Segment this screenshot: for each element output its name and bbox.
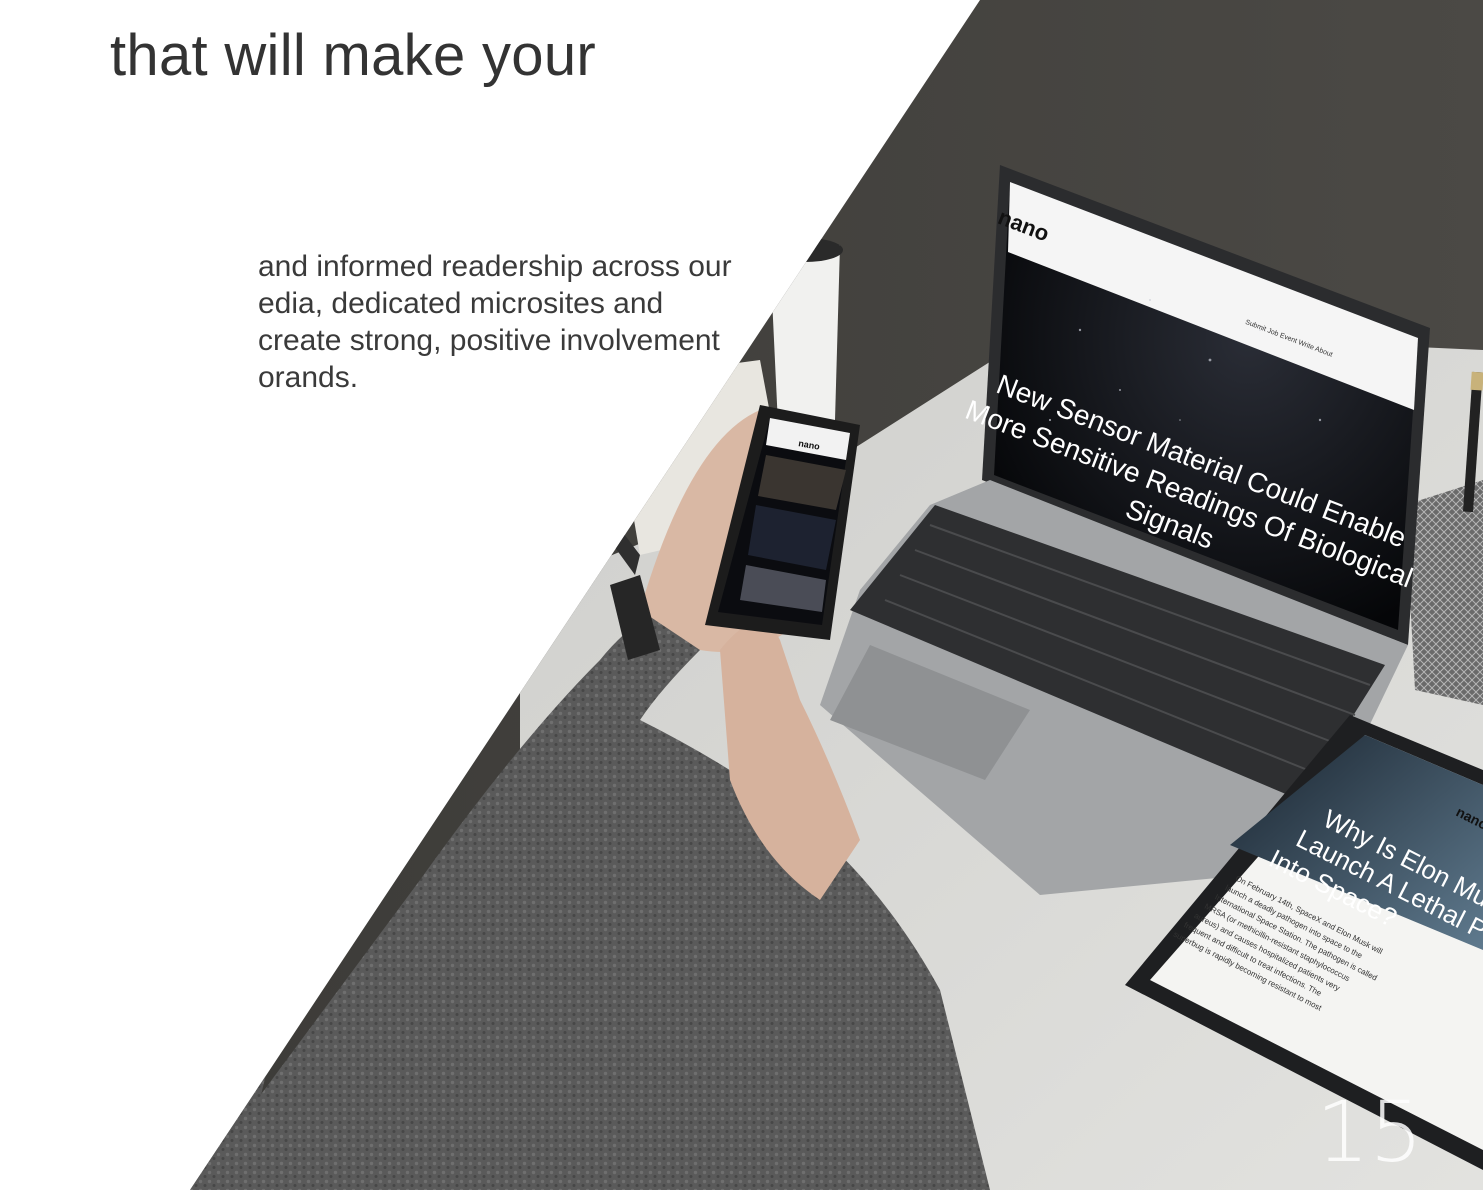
brochure-page: that will make your and informed readers…: [0, 0, 1483, 1190]
device-photo: nano Submit Job Event Write About New Se…: [190, 0, 1483, 1190]
coffee-cup-icon: [767, 238, 843, 431]
page-number: 15: [1316, 1083, 1423, 1181]
